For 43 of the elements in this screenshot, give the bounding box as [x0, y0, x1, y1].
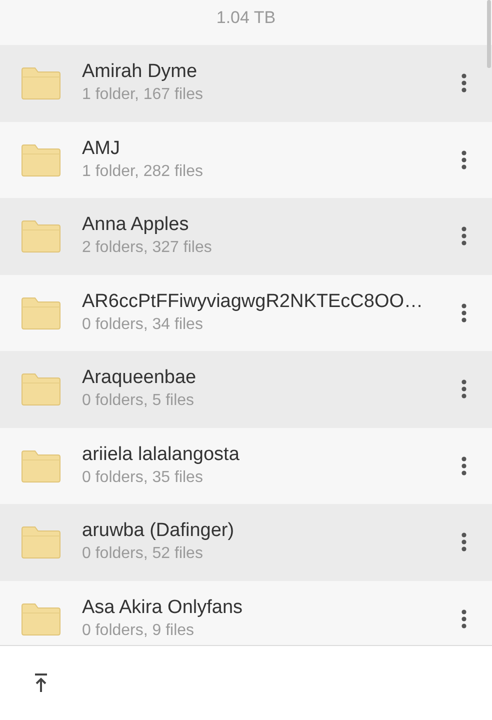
folder-info: 0 folders, 5 files [82, 391, 196, 412]
more-options-icon[interactable] [461, 150, 467, 170]
folder-row[interactable]: Anna Apples 2 folders, 327 files [0, 198, 492, 274]
folder-row[interactable]: ariiela lalalangosta 0 folders, 35 files [0, 428, 492, 504]
folder-name: AR6ccPtFFiwyviagwgR2NKTEcC8OO… [82, 290, 424, 314]
folder-name: AMJ [82, 136, 121, 161]
folder-icon [21, 372, 61, 406]
more-options-icon[interactable] [461, 302, 467, 323]
folder-name: ariiela lalalangosta [82, 442, 240, 467]
folder-icon [21, 219, 61, 254]
folder-name: aruwba (Dafinger) [82, 519, 236, 544]
folder-info: 0 folders, 34 files [82, 314, 204, 335]
folder-icon [21, 142, 61, 177]
folder-icon [21, 525, 61, 560]
folder-icon [21, 296, 61, 330]
more-options-icon[interactable] [461, 379, 467, 400]
folder-name: Asa Akira Onlyfans [82, 596, 244, 620]
folder-name: Araqueenbae [82, 366, 198, 390]
folder-row[interactable]: Amirah Dyme 1 folder, 167 files [0, 45, 492, 122]
folder-icon [21, 448, 61, 483]
folder-info: 0 folders, 52 files [82, 544, 204, 564]
folder-info: 1 folder, 167 files [82, 85, 204, 106]
folder-row[interactable]: Araqueenbae 0 folders, 5 files [0, 351, 492, 428]
more-options-icon[interactable] [461, 532, 467, 552]
folder-name: Anna Apples [82, 213, 190, 238]
folder-name: Amirah Dyme [82, 60, 198, 84]
folder-info: 1 folder, 282 files [82, 162, 204, 182]
folder-row[interactable]: AMJ 1 folder, 282 files [0, 122, 492, 198]
more-options-icon[interactable] [461, 608, 467, 629]
more-options-icon[interactable] [461, 73, 467, 94]
folder-row[interactable]: aruwba (Dafinger) 0 folders, 52 files [0, 504, 492, 580]
folder-info: 0 folders, 9 files [82, 620, 196, 641]
folder-icon [21, 66, 61, 100]
more-options-icon[interactable] [461, 226, 467, 246]
folder-row[interactable]: Asa Akira Onlyfans 0 folders, 9 files [0, 580, 492, 645]
scrollbar [487, 0, 491, 68]
folder-row[interactable]: AR6ccPtFFiwyviagwgR2NKTEcC8OO… 0 folders, 34 files [0, 274, 492, 351]
folder-info: 0 folders, 35 files [82, 468, 204, 488]
folder-info: 2 folders, 327 files [82, 238, 213, 258]
more-options-icon[interactable] [461, 456, 467, 476]
storage-size: 1.04 TB [216, 7, 276, 29]
folder-icon [21, 602, 61, 636]
scroll-to-top-icon[interactable] [34, 673, 48, 693]
